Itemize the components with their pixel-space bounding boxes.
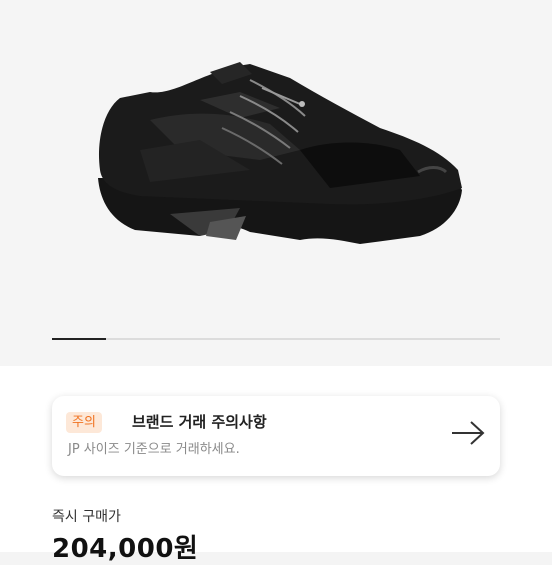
instant-buy-price: 204,000원 — [52, 534, 199, 564]
sneaker-photo — [98, 62, 463, 244]
image-pager-indicator — [52, 338, 106, 340]
notice-badge: 주의 — [66, 412, 102, 433]
instant-buy-price-label: 즉시 구매가 — [52, 509, 121, 525]
notice-title: 브랜드 거래 주의사항 — [132, 413, 267, 431]
arrow-right-icon[interactable] — [450, 418, 486, 452]
brand-trade-notice-card[interactable]: 주의 브랜드 거래 주의사항 JP 사이즈 기준으로 거래하세요. — [52, 396, 500, 476]
image-pager-track — [52, 338, 500, 340]
notice-description: JP 사이즈 기준으로 거래하세요. — [68, 442, 240, 457]
product-image-carousel[interactable] — [0, 0, 552, 366]
